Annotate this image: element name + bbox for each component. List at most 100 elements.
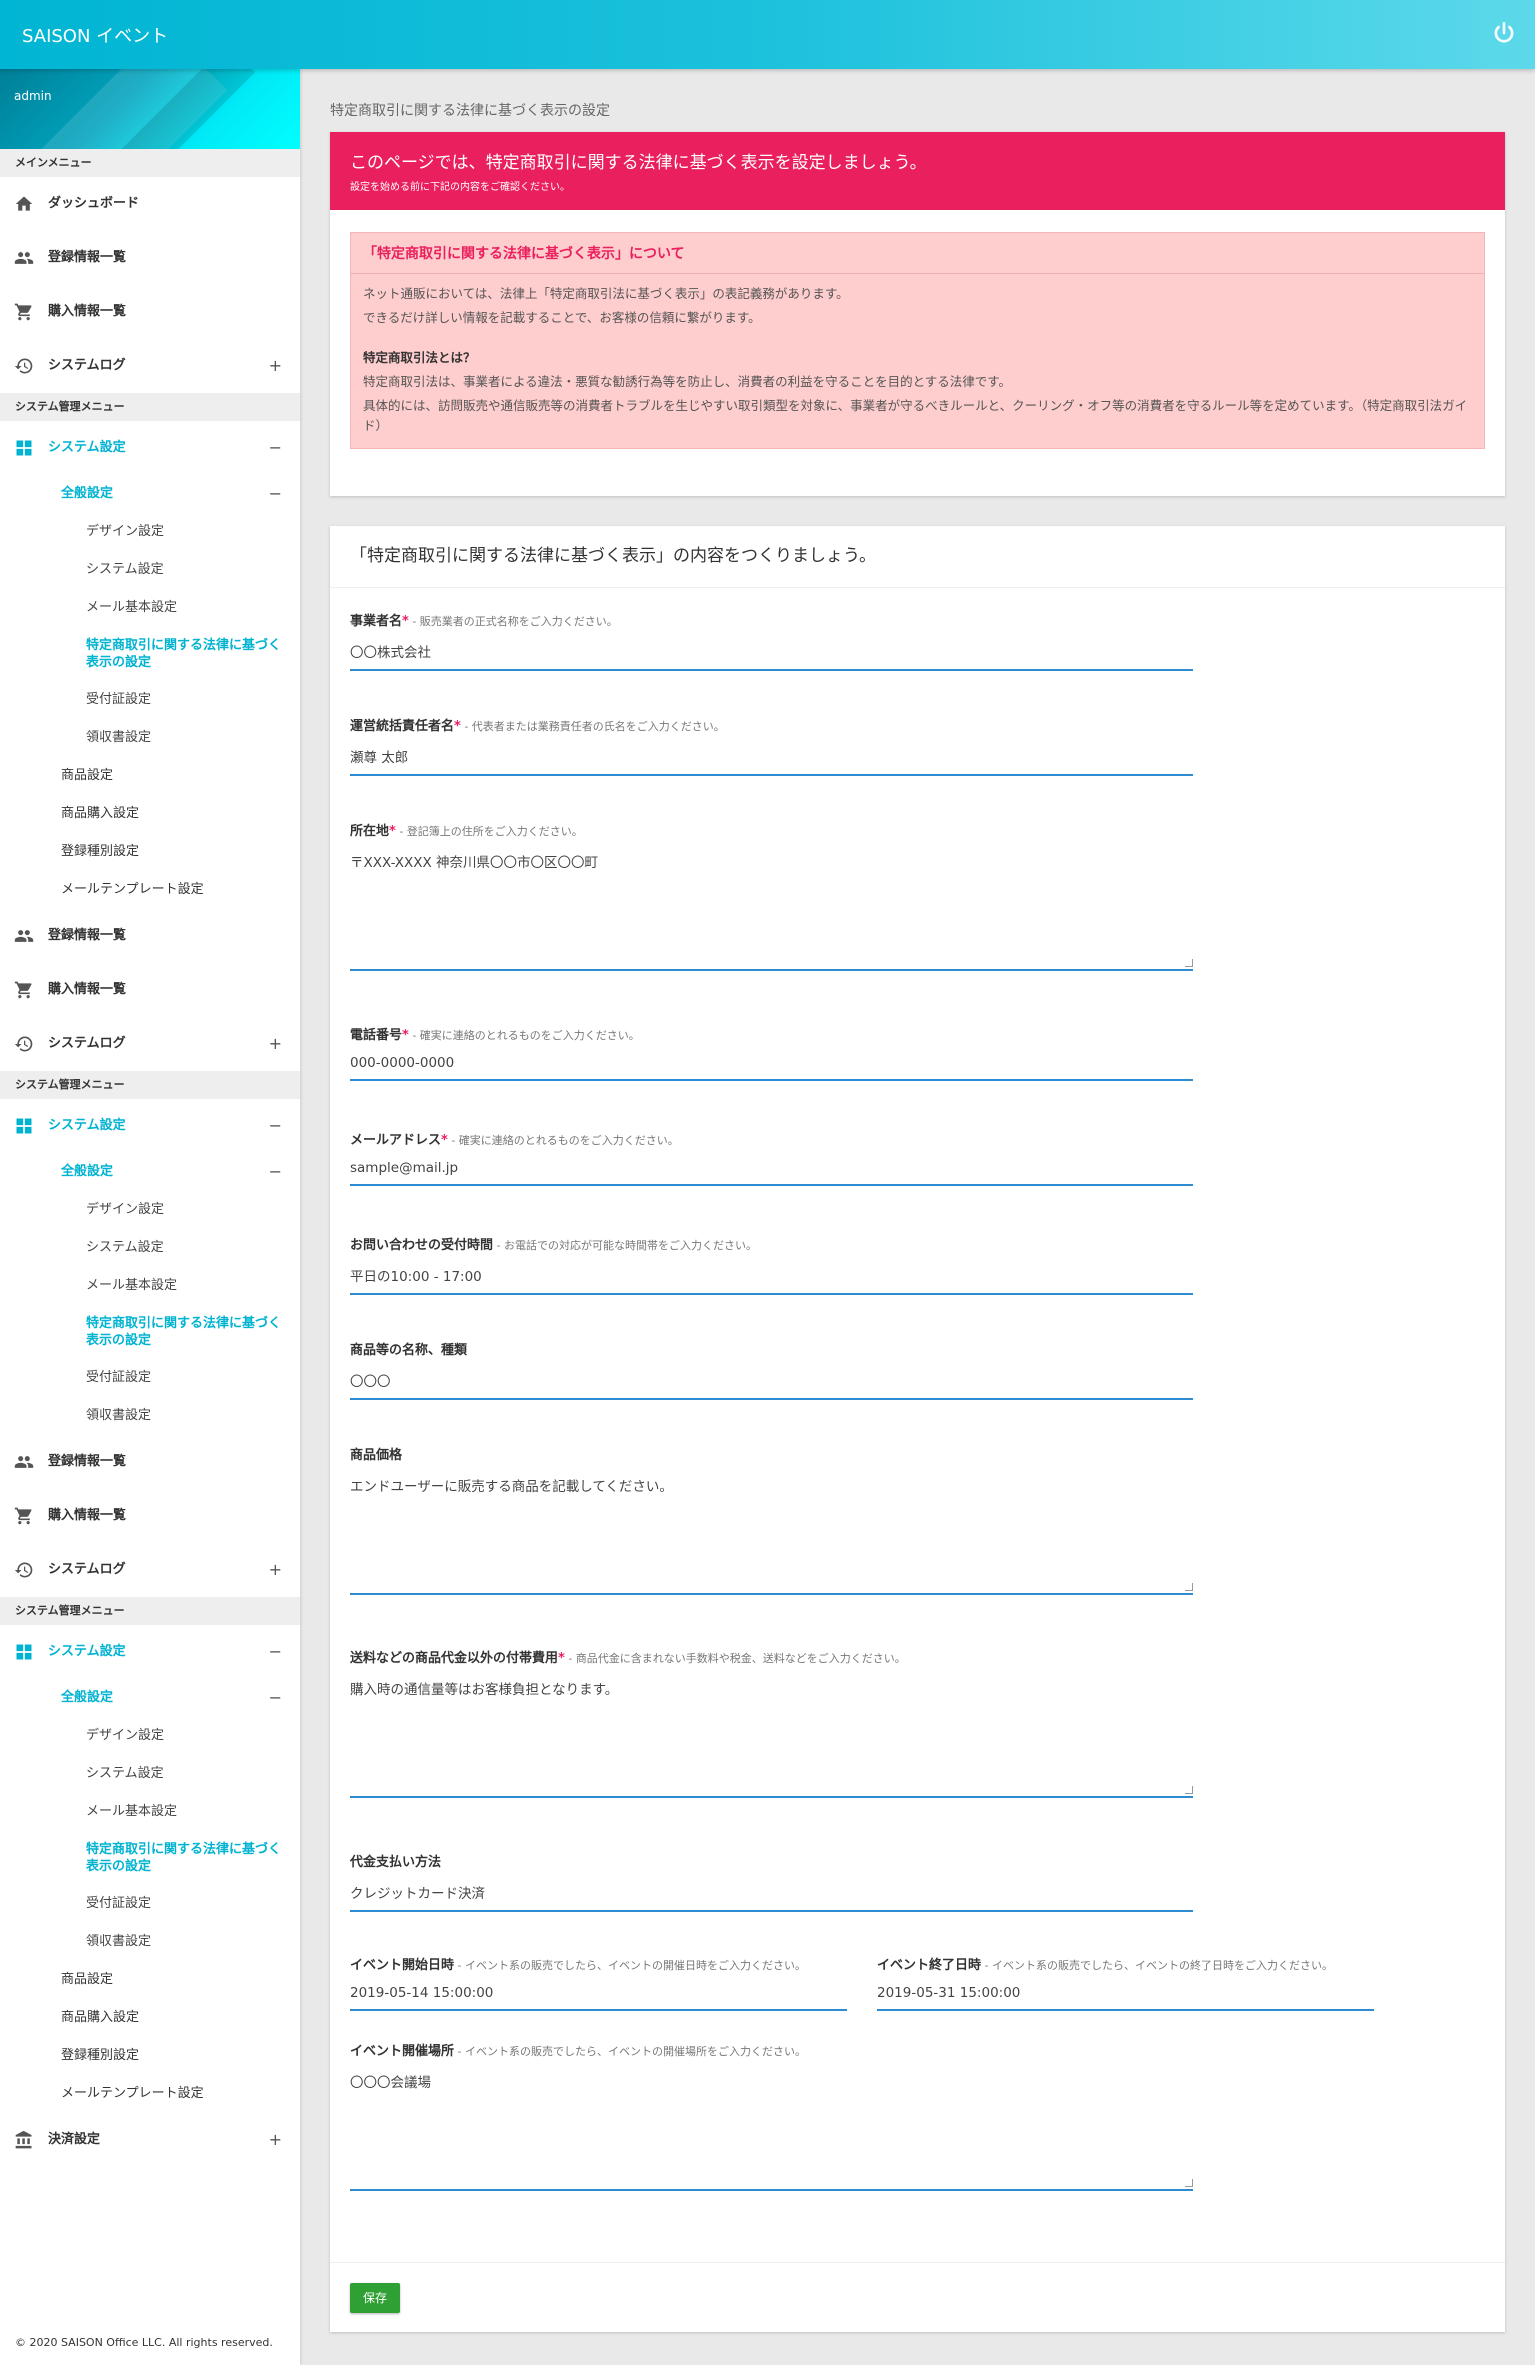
sidebar-item-label: 購入情報一覧	[48, 1508, 127, 1523]
sidebar-item-system-settings[interactable]: システム設定 −	[0, 421, 300, 475]
field-product-name: 商品等の名称、種類 〇〇〇	[350, 1339, 1193, 1400]
sidebar-item-registration[interactable]: 登録情報一覧	[0, 909, 300, 963]
save-button[interactable]: 保存	[350, 2283, 400, 2313]
collapse-icon[interactable]: −	[269, 1679, 282, 1717]
sidebar-item-product[interactable]: 商品設定	[0, 1961, 300, 1999]
home-icon	[15, 196, 33, 211]
sidebar-item-tokushoho[interactable]: 特定商取引に関する法律に基づく表示の設定	[0, 1305, 300, 1359]
extra-cost-textarea[interactable]: 購入時の通信量等はお客様負担となります。	[350, 1678, 1193, 1798]
sidebar-item-purchase[interactable]: 購入情報一覧	[0, 285, 300, 339]
field-price: 商品価格 エンドユーザーに販売する商品を記載してください。	[350, 1444, 1193, 1595]
alert-text: できるだけ詳しい情報を記載することで、お客様の信頼に繋がります。	[363, 310, 761, 325]
field-label: 送料などの商品代金以外の付帯費用* - 商品代金に含まれない手数料や税金、送料な…	[350, 1651, 906, 1666]
sidebar-item-receipt[interactable]: 領収書設定	[0, 1923, 300, 1961]
user-name[interactable]: admin	[14, 89, 52, 103]
sidebar-item-product-purchase[interactable]: 商品購入設定	[0, 1999, 300, 2037]
collapse-icon[interactable]: −	[269, 1099, 282, 1153]
sidebar-item-mail-template[interactable]: メールテンプレート設定	[0, 871, 300, 909]
business-name-input[interactable]: 〇〇株式会社	[350, 641, 1193, 671]
sidebar-item-mail-basic[interactable]: メール基本設定	[0, 1793, 300, 1831]
field-label: 運営統括責任者名* - 代表者または業務責任者の氏名をご入力ください。	[350, 719, 725, 734]
sidebar-item-system-settings[interactable]: システム設定 −	[0, 1099, 300, 1153]
field-email: メールアドレス* - 確実に連絡のとれるものをご入力ください。 sample@m…	[350, 1129, 1193, 1186]
event-place-textarea[interactable]: 〇〇〇会議場	[350, 2071, 1193, 2191]
sidebar-item-system-config[interactable]: システム設定	[0, 1229, 300, 1267]
event-start-input[interactable]: 2019-05-14 15:00:00	[350, 1985, 847, 2011]
collapse-icon[interactable]: −	[269, 1153, 282, 1191]
sidebar-item-mail-template[interactable]: メールテンプレート設定	[0, 2075, 300, 2113]
product-name-input[interactable]: 〇〇〇	[350, 1370, 1193, 1400]
bank-icon	[15, 2130, 32, 2149]
expand-icon[interactable]: +	[269, 1017, 282, 1071]
field-event-place: イベント開催場所 - イベント系の販売でしたら、イベントの開催場所をご入力くださ…	[350, 2040, 1193, 2191]
field-label: 代金支払い方法	[350, 1855, 442, 1870]
sidebar-item-label: 購入情報一覧	[48, 982, 127, 997]
sidebar-item-system-settings[interactable]: システム設定 −	[0, 1625, 300, 1679]
sidebar-item-label: システムログ	[48, 1036, 126, 1051]
sidebar-item-receipt-cert[interactable]: 受付証設定	[0, 681, 300, 719]
field-label: 所在地* - 登記簿上の住所をご入力ください。	[350, 824, 583, 839]
sidebar-item-label: 登録情報一覧	[48, 250, 127, 265]
price-textarea[interactable]: エンドユーザーに販売する商品を記載してください。	[350, 1475, 1193, 1595]
sidebar-item-registration[interactable]: 登録情報一覧	[0, 231, 300, 285]
sidebar-item-label: 登録情報一覧	[48, 928, 127, 943]
expand-icon[interactable]: +	[269, 339, 282, 393]
sidebar-item-product[interactable]: 商品設定	[0, 757, 300, 795]
field-event-start: イベント開始日時 - イベント系の販売でしたら、イベントの開催日時をご入力くださ…	[350, 1954, 847, 2011]
sidebar-item-receipt-cert[interactable]: 受付証設定	[0, 1359, 300, 1397]
manager-input[interactable]: 瀬尊 太郎	[350, 746, 1193, 776]
sidebar-item-product-purchase[interactable]: 商品購入設定	[0, 795, 300, 833]
sidebar-item-registration-type[interactable]: 登録種別設定	[0, 2037, 300, 2075]
sidebar-item-general-settings[interactable]: 全般設定 −	[0, 1679, 300, 1717]
email-input[interactable]: sample@mail.jp	[350, 1160, 1193, 1186]
sidebar-item-tokushoho[interactable]: 特定商取引に関する法律に基づく表示の設定	[0, 627, 300, 681]
expand-icon[interactable]: +	[269, 1543, 282, 1597]
sidebar-item-system-log[interactable]: システムログ +	[0, 1543, 300, 1597]
collapse-icon[interactable]: −	[269, 1625, 282, 1679]
cart-icon	[14, 303, 32, 321]
sidebar-item-dashboard[interactable]: ダッシュボード	[0, 177, 300, 231]
phone-input[interactable]: 000-0000-0000	[350, 1055, 1193, 1081]
sidebar-item-label: システムログ	[48, 358, 126, 373]
collapse-icon[interactable]: −	[269, 475, 282, 513]
field-label: 商品等の名称、種類	[350, 1343, 468, 1358]
sidebar-item-system-config[interactable]: システム設定	[0, 551, 300, 589]
payment-input[interactable]: クレジットカード決済	[350, 1882, 1193, 1912]
sidebar-item-receipt-cert[interactable]: 受付証設定	[0, 1885, 300, 1923]
sidebar-item-design[interactable]: デザイン設定	[0, 513, 300, 551]
sidebar-item-general-settings[interactable]: 全般設定 −	[0, 475, 300, 513]
sidebar-item-system-log[interactable]: システムログ +	[0, 339, 300, 393]
field-address: 所在地* - 登記簿上の住所をご入力ください。 〒XXX-XXXX 神奈川県〇〇…	[350, 820, 1193, 971]
expand-icon[interactable]: +	[269, 2113, 282, 2167]
sidebar-item-mail-basic[interactable]: メール基本設定	[0, 1267, 300, 1305]
sidebar-item-system-config[interactable]: システム設定	[0, 1755, 300, 1793]
sidebar-item-system-log[interactable]: システムログ +	[0, 1017, 300, 1071]
history-icon	[14, 1562, 33, 1578]
sidebar-item-tokushoho[interactable]: 特定商取引に関する法律に基づく表示の設定	[0, 1831, 300, 1885]
power-icon[interactable]	[1491, 20, 1517, 46]
intro-card: このページでは、特定商取引に関する法律に基づく表示を設定しましょう。 設定を始め…	[330, 132, 1505, 496]
sidebar-item-general-settings[interactable]: 全般設定 −	[0, 1153, 300, 1191]
sidebar-item-design[interactable]: デザイン設定	[0, 1191, 300, 1229]
sidebar-item-mail-basic[interactable]: メール基本設定	[0, 589, 300, 627]
sidebar-item-purchase[interactable]: 購入情報一覧	[0, 963, 300, 1017]
field-hours: お問い合わせの受付時間 - お電話での対応が可能な時間帯をご入力ください。 平日…	[350, 1234, 1193, 1295]
sidebar-item-receipt[interactable]: 領収書設定	[0, 719, 300, 757]
field-manager: 運営統括責任者名* - 代表者または業務責任者の氏名をご入力ください。 瀬尊 太…	[350, 715, 1193, 776]
user-banner: admin	[0, 69, 300, 149]
sidebar-item-registration-type[interactable]: 登録種別設定	[0, 833, 300, 871]
sidebar-item-payment[interactable]: 決済設定 +	[0, 2113, 300, 2167]
address-textarea[interactable]: 〒XXX-XXXX 神奈川県〇〇市〇区〇〇町	[350, 851, 1193, 971]
sidebar-item-purchase[interactable]: 購入情報一覧	[0, 1489, 300, 1543]
sidebar-item-label: 全般設定	[61, 1164, 114, 1179]
collapse-icon[interactable]: −	[269, 421, 282, 475]
alert-text: ネット通販においては、法律上「特定商取引法に基づく表示」の表記義務があります。	[363, 286, 849, 301]
field-event-end: イベント終了日時 - イベント系の販売でしたら、イベントの終了日時をご入力くださ…	[877, 1954, 1374, 2011]
hours-input[interactable]: 平日の10:00 - 17:00	[350, 1265, 1193, 1295]
sidebar-item-receipt[interactable]: 領収書設定	[0, 1397, 300, 1435]
sidebar-item-label: 購入情報一覧	[48, 304, 127, 319]
sidebar-item-design[interactable]: デザイン設定	[0, 1717, 300, 1755]
dashboard-icon	[16, 440, 32, 456]
event-end-input[interactable]: 2019-05-31 15:00:00	[877, 1985, 1374, 2011]
sidebar-item-registration[interactable]: 登録情報一覧	[0, 1435, 300, 1489]
